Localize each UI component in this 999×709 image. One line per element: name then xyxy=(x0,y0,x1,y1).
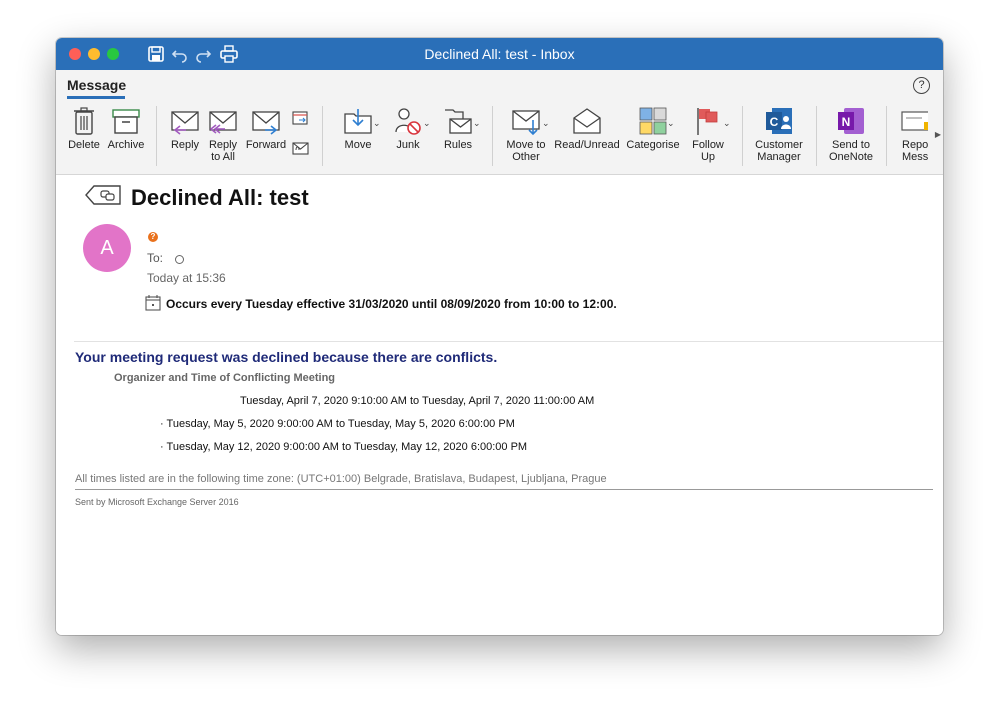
read-unread-label: Read/Unread xyxy=(554,139,620,151)
categorise-label: Categorise xyxy=(626,139,680,151)
calendar-icon xyxy=(145,295,161,311)
tab-active-indicator xyxy=(67,96,125,99)
ribbon-separator xyxy=(492,106,493,166)
ribbon-separator xyxy=(886,106,887,166)
ribbon-scroll-right-button[interactable]: ▶ xyxy=(935,130,941,139)
calendar-forward-icon[interactable] xyxy=(292,110,310,126)
move-folder-icon xyxy=(344,109,372,134)
sender-status-icon: ? xyxy=(148,232,158,242)
junk-icon xyxy=(395,108,421,135)
report-message-button[interactable]: Repo Messa xyxy=(892,100,928,172)
sent-by-note: Sent by Microsoft Exchange Server 2016 xyxy=(75,497,239,507)
svg-text:N: N xyxy=(842,115,851,129)
received-time: Today at 15:36 xyxy=(147,271,226,285)
rules-button[interactable]: Rules xyxy=(434,100,482,172)
ribbon-separator xyxy=(156,106,157,166)
categorise-icon xyxy=(639,107,667,135)
conflict-heading: Organizer and Time of Conflicting Meetin… xyxy=(114,372,336,384)
forward-icon xyxy=(252,111,280,135)
recurrence-info: Occurs every Tuesday effective 31/03/202… xyxy=(166,297,617,311)
ribbon-separator xyxy=(816,106,817,166)
categorise-dropdown-caret[interactable]: ⌄ xyxy=(667,118,675,129)
message-subject: Declined All: test xyxy=(131,185,309,210)
footer-rule xyxy=(75,489,933,490)
conflict-item: · Tuesday, May 12, 2020 9:00:00 AM to Tu… xyxy=(160,441,528,453)
forward-label: Forward xyxy=(245,139,287,151)
svg-text:C: C xyxy=(770,115,779,129)
recipient-presence-icon[interactable] xyxy=(175,255,184,264)
tag-icon[interactable] xyxy=(84,184,122,206)
follow-up-dropdown-caret[interactable]: ⌄ xyxy=(723,118,731,129)
move-button[interactable]: Move xyxy=(334,100,382,172)
rules-dropdown-caret[interactable]: ⌄ xyxy=(473,118,481,129)
archive-label: Archive xyxy=(107,139,145,151)
read-unread-button[interactable]: Read/Unread xyxy=(552,100,622,172)
ribbon-separator xyxy=(742,106,743,166)
help-button[interactable]: ? xyxy=(913,77,930,94)
ribbon-separator xyxy=(322,106,323,166)
tab-message[interactable]: Message xyxy=(67,77,126,93)
follow-up-label: Follow Up xyxy=(692,139,724,163)
send-to-onenote-button[interactable]: N Send to OneNote xyxy=(822,100,880,172)
delete-label: Delete xyxy=(68,139,100,151)
ribbon-toolbar: Delete Archive Reply Reply to All Forwar… xyxy=(56,100,943,175)
rules-label: Rules xyxy=(443,139,473,151)
reply-all-icon xyxy=(209,111,237,134)
conflict-item: · Tuesday, May 5, 2020 9:00:00 AM to Tue… xyxy=(160,418,515,430)
customer-manager-icon: C xyxy=(766,108,792,134)
rules-icon xyxy=(445,109,472,134)
junk-dropdown-caret[interactable]: ⌄ xyxy=(423,118,431,129)
move-to-other-dropdown-caret[interactable]: ⌄ xyxy=(542,118,550,129)
header-divider xyxy=(74,341,943,342)
report-message-label: Repo Messa xyxy=(902,139,928,163)
recipient-label: To: xyxy=(147,251,164,265)
envelope-attach-icon[interactable] xyxy=(292,140,310,156)
reply-button[interactable]: Reply xyxy=(164,100,206,172)
reply-all-button[interactable]: Reply to All xyxy=(202,100,244,172)
move-to-other-icon xyxy=(512,110,540,136)
junk-button[interactable]: Junk xyxy=(386,100,430,172)
read-unread-icon xyxy=(573,108,601,134)
trash-icon xyxy=(74,107,94,135)
send-to-onenote-label: Send to OneNote xyxy=(828,139,874,163)
follow-up-button[interactable]: Follow Up xyxy=(684,100,732,172)
customer-manager-button[interactable]: C Customer Manager xyxy=(749,100,809,172)
reply-label: Reply xyxy=(170,139,200,151)
window-title: Declined All: test - Inbox xyxy=(424,46,575,62)
categorise-button[interactable]: Categorise xyxy=(622,100,684,172)
follow-up-flag-icon xyxy=(697,108,718,135)
onenote-icon: N xyxy=(838,108,864,134)
junk-label: Junk xyxy=(396,139,420,151)
report-message-icon xyxy=(901,111,928,131)
move-label: Move xyxy=(344,139,372,151)
move-dropdown-caret[interactable]: ⌄ xyxy=(373,118,381,129)
reply-all-label: Reply to All xyxy=(208,139,238,163)
archive-button[interactable]: Archive xyxy=(104,100,148,172)
reading-pane: Declined All: test A ? To: Today at 15:3… xyxy=(56,175,943,635)
move-to-other-label: Move to Other xyxy=(506,139,546,163)
forward-button[interactable]: Forward xyxy=(244,100,288,172)
delete-button[interactable]: Delete xyxy=(62,100,106,172)
reply-icon xyxy=(171,111,199,135)
timezone-note: All times listed are in the following ti… xyxy=(75,473,607,485)
sender-avatar[interactable]: A xyxy=(83,224,131,272)
title-bar: Declined All: test - Inbox xyxy=(56,38,943,70)
ribbon-tab-bar: Message ? xyxy=(56,70,943,100)
customer-manager-label: Customer Manager xyxy=(755,139,803,163)
conflict-item: Tuesday, April 7, 2020 9:10:00 AM to Tue… xyxy=(240,395,595,407)
move-to-other-button[interactable]: Move to Other xyxy=(500,100,552,172)
decline-headline: Your meeting request was declined becaus… xyxy=(75,349,498,365)
outlook-window: Declined All: test - Inbox Message ? Del… xyxy=(56,38,943,635)
archive-box-icon xyxy=(112,109,140,134)
